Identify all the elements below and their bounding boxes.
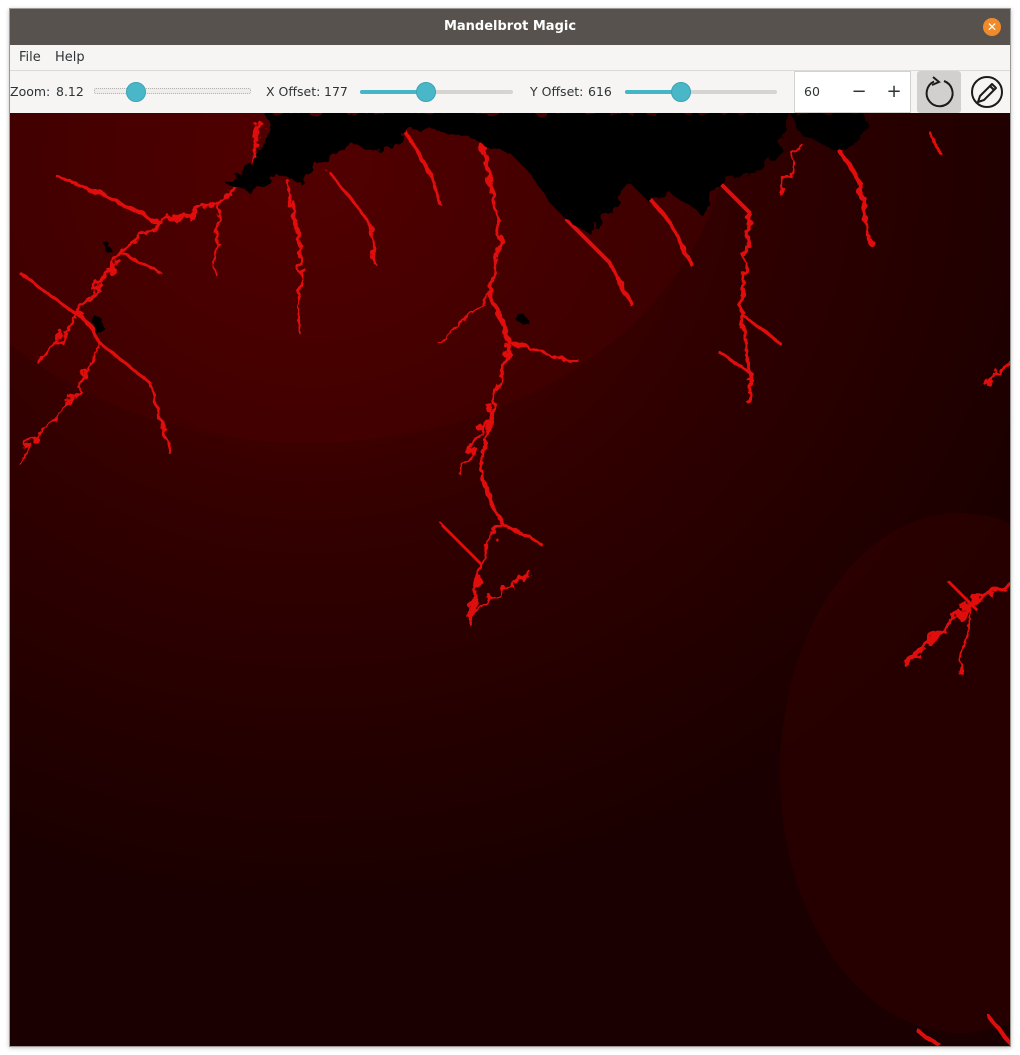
x-offset-slider[interactable] — [360, 82, 513, 102]
title-bar: Mandelbrot Magic ✕ — [10, 9, 1010, 45]
minus-icon[interactable]: − — [842, 72, 876, 112]
iterations-spinbutton[interactable]: 60 − + — [794, 71, 911, 113]
fractal-image — [10, 113, 1010, 1046]
menu-file[interactable]: File — [15, 45, 45, 70]
x-offset-slider-knob[interactable] — [415, 82, 436, 102]
zoom-value: 8.12 — [56, 84, 84, 99]
y-offset-label: Y Offset: — [530, 84, 584, 99]
toolbar: Zoom: 8.12 X Offset: 177 Y Offset: 616 6… — [10, 71, 1010, 113]
menu-bar: File Help — [10, 45, 1010, 71]
zoom-slider[interactable] — [94, 82, 251, 102]
window-title: Mandelbrot Magic — [443, 19, 577, 34]
close-icon[interactable]: ✕ — [983, 18, 1001, 36]
pencil-icon — [971, 76, 1003, 108]
y-offset-slider-knob[interactable] — [671, 82, 692, 102]
iterations-value[interactable]: 60 — [804, 72, 820, 112]
zoom-slider-knob[interactable] — [126, 82, 147, 102]
zoom-slider-track — [94, 88, 251, 94]
edit-button[interactable] — [965, 71, 1009, 113]
zoom-label: Zoom: — [10, 84, 51, 99]
menu-help[interactable]: Help — [51, 45, 89, 70]
x-offset-value: 177 — [324, 84, 348, 99]
y-offset-slider[interactable] — [625, 82, 777, 102]
refresh-button[interactable] — [917, 71, 961, 113]
app-window: Mandelbrot Magic ✕ File Help Zoom: 8.12 … — [9, 8, 1011, 1047]
plus-icon[interactable]: + — [877, 72, 911, 112]
refresh-icon — [925, 76, 954, 108]
y-offset-value: 616 — [588, 84, 612, 99]
fractal-canvas[interactable] — [10, 113, 1010, 1046]
x-offset-label: X Offset: — [266, 84, 321, 99]
